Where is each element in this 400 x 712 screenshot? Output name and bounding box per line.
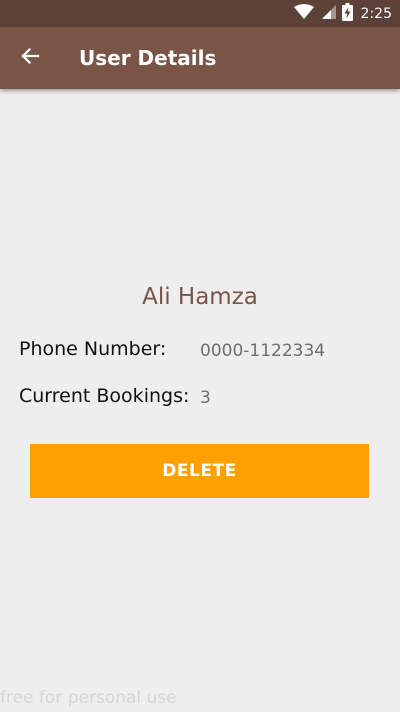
phone-number-label: Phone Number: bbox=[19, 338, 167, 360]
arrow-back-icon bbox=[20, 46, 40, 70]
back-button[interactable] bbox=[12, 40, 48, 76]
wifi-icon bbox=[293, 3, 314, 24]
user-name: Ali Hamza bbox=[142, 284, 258, 310]
current-bookings-value: 3 bbox=[200, 388, 211, 408]
status-bar: 2:25 bbox=[0, 0, 400, 27]
page-title: User Details bbox=[79, 46, 217, 70]
cellular-signal-icon bbox=[320, 4, 336, 24]
app-bar: User Details bbox=[0, 27, 400, 89]
watermark: free for personal use bbox=[0, 688, 177, 708]
delete-button[interactable]: DELETE bbox=[30, 444, 369, 498]
battery-charging-icon bbox=[341, 2, 353, 25]
phone-number-value: 0000-1122334 bbox=[200, 341, 326, 361]
status-time: 2:25 bbox=[360, 5, 392, 22]
status-icons: 2:25 bbox=[293, 0, 392, 27]
current-bookings-label: Current Bookings: bbox=[19, 385, 190, 407]
